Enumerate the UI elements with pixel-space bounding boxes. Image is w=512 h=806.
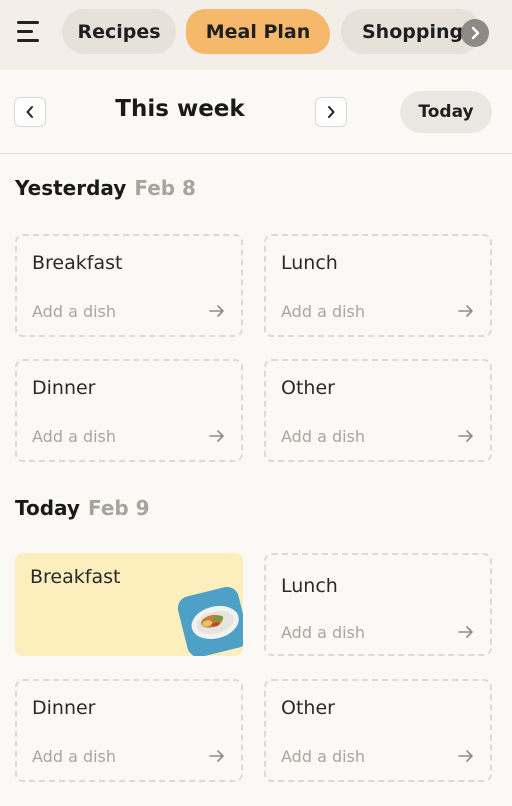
next-week-button[interactable] [315,97,347,127]
tab-recipes[interactable]: Recipes [62,9,176,54]
meal-slot-other[interactable]: Other Add a dish [264,359,492,462]
day-name: Today [15,496,80,520]
meal-slot-breakfast[interactable]: Breakfast Add a dish [15,234,243,337]
day-header-today: Today Feb 9 [15,496,150,520]
hamburger-menu-icon[interactable] [17,21,41,43]
arrow-right-icon [209,750,224,762]
meal-label: Breakfast [30,566,121,588]
week-title: This week [115,96,245,122]
top-navigation: Recipes Meal Plan Shopping [0,0,512,70]
arrow-right-icon [458,750,473,762]
add-dish-placeholder: Add a dish [281,427,366,446]
today-button[interactable]: Today [400,91,492,133]
day-name: Yesterday [15,176,127,200]
week-navigation: This week Today [0,70,512,154]
arrow-right-icon [458,430,473,442]
meal-slot-dinner[interactable]: Dinner Add a dish [15,679,243,782]
meal-label: Other [281,697,335,719]
add-dish-placeholder: Add a dish [281,302,366,321]
add-dish-placeholder: Add a dish [32,747,117,766]
previous-week-button[interactable] [14,97,46,127]
tab-shopping[interactable]: Shopping [341,9,481,54]
dish-thumbnail[interactable] [175,584,243,656]
chevron-left-icon [26,106,33,118]
meal-slot-lunch[interactable]: Lunch Add a dish [264,553,492,656]
arrow-right-icon [209,430,224,442]
meal-slot-dinner[interactable]: Dinner Add a dish [15,359,243,462]
add-dish-placeholder: Add a dish [32,302,117,321]
meal-label: Dinner [32,377,96,399]
arrow-right-icon [209,305,224,317]
add-dish-placeholder: Add a dish [32,427,117,446]
day-date: Feb 8 [134,176,196,200]
meal-label: Breakfast [32,252,123,274]
arrow-right-icon [458,626,473,638]
meal-label: Dinner [32,697,96,719]
add-dish-placeholder: Add a dish [281,623,366,642]
tab-meal-plan[interactable]: Meal Plan [186,9,330,54]
meal-label: Lunch [281,252,338,274]
arrow-right-icon [458,305,473,317]
day-date: Feb 9 [87,496,150,520]
meal-label: Other [281,377,335,399]
add-dish-placeholder: Add a dish [281,747,366,766]
meal-label: Lunch [281,575,338,597]
meal-slot-other[interactable]: Other Add a dish [264,679,492,782]
day-header-yesterday: Yesterday Feb 8 [15,176,196,200]
meal-slot-lunch[interactable]: Lunch Add a dish [264,234,492,337]
chevron-right-icon [328,106,335,118]
meal-slot-breakfast-filled[interactable]: Breakfast [15,553,243,656]
chevron-right-icon[interactable] [461,19,489,47]
